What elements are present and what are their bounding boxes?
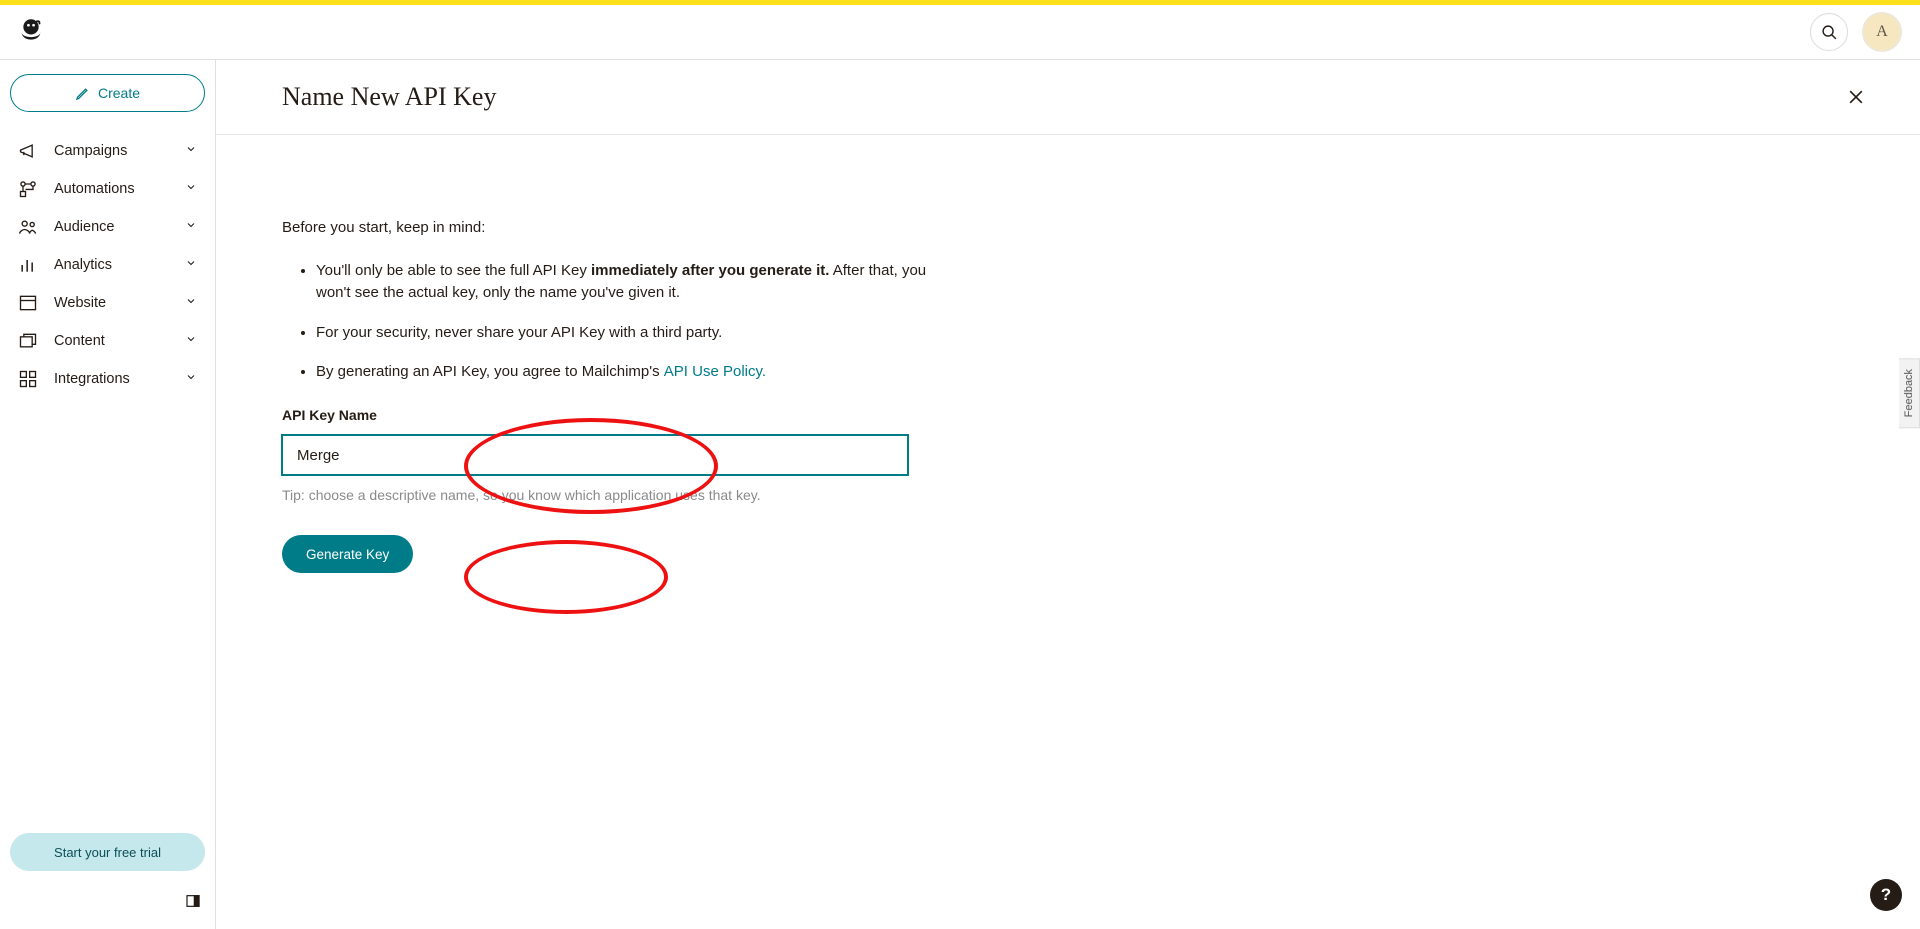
nav-content[interactable]: Content <box>0 322 215 360</box>
layers-icon <box>18 331 38 351</box>
people-icon <box>18 217 38 237</box>
notice-item: By generating an API Key, you agree to M… <box>316 361 936 383</box>
start-trial-button[interactable]: Start your free trial <box>10 833 205 871</box>
nav-label: Website <box>54 295 106 311</box>
page-title: Name New API Key <box>282 82 496 112</box>
text: You'll only be able to see the full API … <box>316 262 591 279</box>
nav-website[interactable]: Website <box>0 284 215 322</box>
chevron-down-icon <box>185 143 197 159</box>
text-emph: immediately after you generate it. <box>591 262 829 279</box>
nav-analytics[interactable]: Analytics <box>0 246 215 284</box>
app-header: A <box>0 5 1920 60</box>
collapse-sidebar-icon[interactable] <box>185 893 201 909</box>
nav-label: Automations <box>54 181 135 197</box>
main-content: Name New API Key Before you start, keep … <box>216 60 1920 929</box>
intro-text: Before you start, keep in mind: <box>282 219 1136 236</box>
nav-automations[interactable]: Automations <box>0 170 215 208</box>
sidebar: Create Campaigns Automations Audience An… <box>0 60 216 929</box>
nav-label: Campaigns <box>54 143 127 159</box>
search-icon <box>1821 24 1838 41</box>
text: By generating an API Key, you agree to M… <box>316 363 664 380</box>
mailchimp-logo[interactable] <box>14 15 48 49</box>
create-button[interactable]: Create <box>10 74 205 112</box>
chevron-down-icon <box>185 295 197 311</box>
create-label: Create <box>98 85 140 101</box>
feedback-tab[interactable]: Feedback <box>1899 358 1920 428</box>
api-policy-link[interactable]: API Use Policy. <box>664 363 766 380</box>
input-tip: Tip: choose a descriptive name, so you k… <box>282 487 1136 503</box>
nav-label: Analytics <box>54 257 112 273</box>
close-button[interactable] <box>1842 83 1870 111</box>
notice-item: For your security, never share your API … <box>316 322 936 344</box>
chevron-down-icon <box>185 181 197 197</box>
nav-campaigns[interactable]: Campaigns <box>0 132 215 170</box>
nav-label: Audience <box>54 219 114 235</box>
bar-chart-icon <box>18 255 38 275</box>
nav-list: Campaigns Automations Audience Analytics <box>0 132 215 398</box>
nav-label: Content <box>54 333 105 349</box>
help-button[interactable]: ? <box>1870 879 1902 911</box>
notice-list: You'll only be able to see the full API … <box>282 260 1136 383</box>
notice-item: You'll only be able to see the full API … <box>316 260 936 304</box>
grid-icon <box>18 369 38 389</box>
chevron-down-icon <box>185 371 197 387</box>
megaphone-icon <box>18 141 38 161</box>
window-icon <box>18 293 38 313</box>
api-key-name-label: API Key Name <box>282 407 1136 423</box>
search-button[interactable] <box>1810 13 1848 51</box>
chevron-down-icon <box>185 257 197 273</box>
api-key-name-input[interactable] <box>282 435 908 475</box>
chevron-down-icon <box>185 333 197 349</box>
pencil-icon <box>75 86 90 101</box>
flow-icon <box>18 179 38 199</box>
account-avatar[interactable]: A <box>1862 12 1902 52</box>
form-section: Before you start, keep in mind: You'll o… <box>216 135 1136 573</box>
nav-label: Integrations <box>54 371 130 387</box>
close-icon <box>1846 87 1866 107</box>
nav-audience[interactable]: Audience <box>0 208 215 246</box>
nav-integrations[interactable]: Integrations <box>0 360 215 398</box>
chevron-down-icon <box>185 219 197 235</box>
page-header: Name New API Key <box>216 60 1920 135</box>
generate-key-button[interactable]: Generate Key <box>282 535 413 573</box>
